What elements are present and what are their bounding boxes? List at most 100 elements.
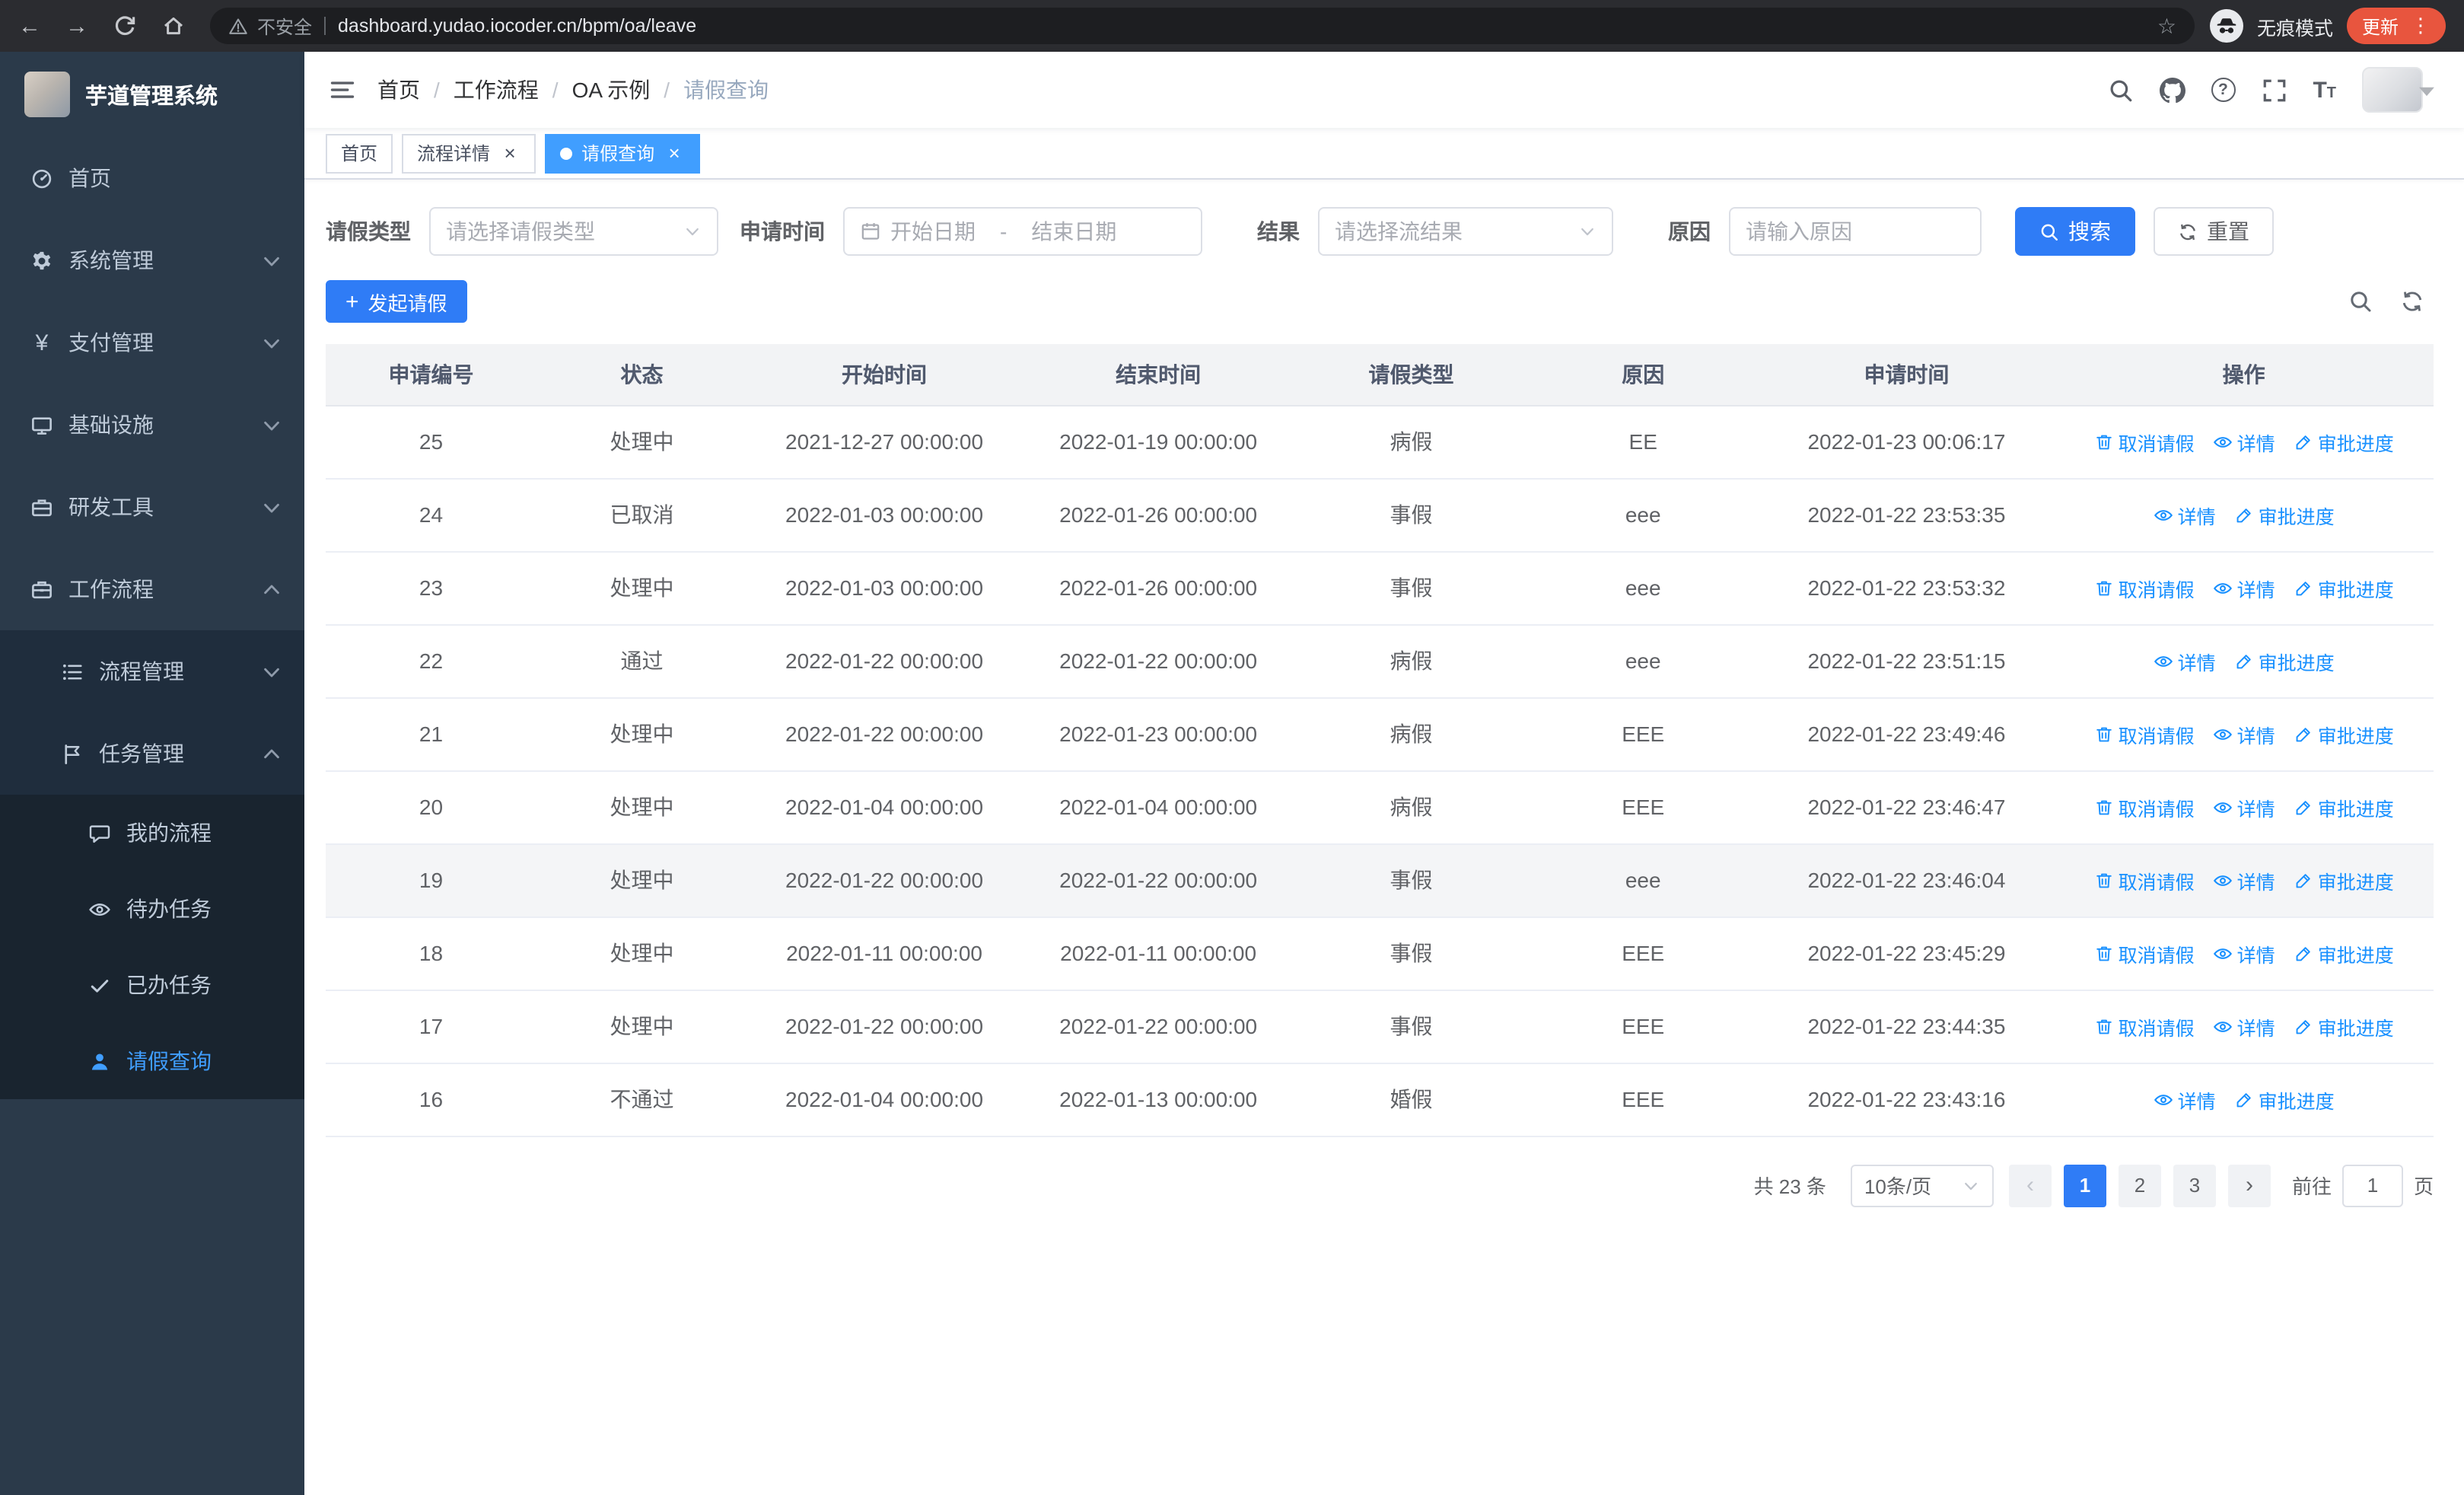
goto-page: 前往 页 <box>2292 1164 2434 1207</box>
sidebar-item-infrastructure[interactable]: 基础设施 <box>0 384 304 466</box>
breadcrumb-item[interactable]: 工作流程 <box>454 75 539 105</box>
user-menu[interactable] <box>2362 67 2440 113</box>
view-tab[interactable]: 首页 <box>326 133 393 173</box>
op-cancel-link[interactable]: 取消请假 <box>2094 939 2195 967</box>
sidebar-item-leave-query[interactable]: 请假查询 <box>0 1023 304 1099</box>
op-detail-link[interactable]: 详情 <box>2213 719 2275 748</box>
sidebar-item-process-mgmt[interactable]: 流程管理 <box>0 630 304 712</box>
refresh-table-button[interactable] <box>2400 289 2424 314</box>
op-detail-link[interactable]: 详情 <box>2213 939 2275 967</box>
browser-menu-icon[interactable]: ⋮ <box>2411 14 2431 38</box>
op-detail-link[interactable]: 详情 <box>2213 792 2275 821</box>
breadcrumb-separator: / <box>552 78 559 102</box>
security-chip[interactable]: 不安全 <box>228 13 312 39</box>
breadcrumb-item[interactable]: 首页 <box>377 75 420 105</box>
help-button[interactable]: ? <box>2211 78 2236 102</box>
view-tab[interactable]: 请假查询 × <box>545 133 701 173</box>
eye-icon <box>2213 797 2233 817</box>
op-detail-link[interactable]: 详情 <box>2213 573 2275 602</box>
sidebar-item-my-process[interactable]: 我的流程 <box>0 795 304 871</box>
eye-icon <box>2154 651 2173 671</box>
next-page-button[interactable]: › <box>2227 1164 2271 1207</box>
edit-icon <box>2294 943 2313 963</box>
sidebar-item-label: 工作流程 <box>68 577 154 601</box>
op-progress-link[interactable]: 审批进度 <box>2234 500 2335 529</box>
goto-page-input[interactable] <box>2341 1164 2403 1207</box>
op-detail-link[interactable]: 详情 <box>2154 646 2216 675</box>
forward-button[interactable]: → <box>65 14 88 37</box>
page-button-2[interactable]: 2 <box>2118 1164 2161 1207</box>
home-button[interactable] <box>161 14 186 38</box>
op-cancel-link[interactable]: 取消请假 <box>2094 865 2195 894</box>
cell-status: 处理中 <box>536 990 747 1063</box>
op-progress-link[interactable]: 审批进度 <box>2294 427 2394 456</box>
op-cancel-link[interactable]: 取消请假 <box>2094 573 2195 602</box>
header-search-button[interactable] <box>2107 77 2133 103</box>
search-button[interactable]: 搜索 <box>2015 207 2135 256</box>
table-row: 17 处理中 2022-01-22 00:00:00 2022-01-22 00:00… <box>326 990 2434 1063</box>
update-button[interactable]: 更新 ⋮ <box>2346 8 2446 44</box>
op-detail-link[interactable]: 详情 <box>2154 500 2216 529</box>
cell-operations: 详情 审批进度 <box>2054 478 2434 552</box>
op-detail-link[interactable]: 详情 <box>2213 865 2275 894</box>
reason-input[interactable] <box>1746 219 1965 244</box>
back-button[interactable]: ← <box>18 14 41 37</box>
cell-reason: EEE <box>1526 990 1759 1063</box>
bookmark-star-icon[interactable]: ☆ <box>2157 13 2176 39</box>
sidebar-item-todo-tasks[interactable]: 待办任务 <box>0 871 304 947</box>
toggle-search-button[interactable] <box>2348 289 2373 314</box>
op-cancel-link[interactable]: 取消请假 <box>2094 719 2195 748</box>
create-leave-button[interactable]: + 发起请假 <box>326 280 467 323</box>
github-button[interactable] <box>2159 77 2185 103</box>
close-tab-icon[interactable]: × <box>499 142 520 164</box>
sidebar-item-label: 基础设施 <box>68 413 154 437</box>
leave-type-select[interactable]: 请选择请假类型 <box>429 207 718 256</box>
sidebar-item-payment[interactable]: ¥ 支付管理 <box>0 301 304 384</box>
cell-start-time: 2022-01-03 00:00:00 <box>747 478 1022 552</box>
incognito-icon <box>2209 9 2243 43</box>
page-button-1[interactable]: 1 <box>2063 1164 2106 1207</box>
address-bar[interactable]: 不安全 dashboard.yudao.iocoder.cn/bpm/oa/le… <box>210 8 2195 44</box>
op-progress-link[interactable]: 审批进度 <box>2294 792 2394 821</box>
view-tab[interactable]: 流程详情 × <box>402 133 536 173</box>
top-header: 首页 / 工作流程 / OA 示例 / 请假查询 ? TT <box>304 52 2464 128</box>
close-tab-icon[interactable]: × <box>664 142 685 164</box>
sidebar-item-system[interactable]: 系统管理 <box>0 219 304 301</box>
op-cancel-link[interactable]: 取消请假 <box>2094 1012 2195 1041</box>
sidebar-item-label: 首页 <box>68 166 111 190</box>
apply-time-range-picker[interactable]: 开始日期 - 结束日期 <box>843 207 1202 256</box>
op-progress-link[interactable]: 审批进度 <box>2294 573 2394 602</box>
reset-button[interactable]: 重置 <box>2154 207 2274 256</box>
collapse-sidebar-button[interactable] <box>329 76 356 104</box>
sidebar-item-devtools[interactable]: 研发工具 <box>0 466 304 548</box>
op-progress-link[interactable]: 审批进度 <box>2234 1085 2335 1114</box>
sidebar-item-home[interactable]: 首页 <box>0 137 304 219</box>
op-progress-link[interactable]: 审批进度 <box>2294 1012 2394 1041</box>
cell-end-time: 2022-01-13 00:00:00 <box>1021 1063 1296 1136</box>
op-progress-link[interactable]: 审批进度 <box>2294 939 2394 967</box>
op-detail-link[interactable]: 详情 <box>2154 1085 2216 1114</box>
op-progress-link[interactable]: 审批进度 <box>2294 719 2394 748</box>
result-select[interactable]: 请选择流结果 <box>1318 207 1613 256</box>
page-button-3[interactable]: 3 <box>2173 1164 2216 1207</box>
eye-icon <box>2213 724 2233 744</box>
fullscreen-button[interactable] <box>2261 77 2287 103</box>
op-cancel-link[interactable]: 取消请假 <box>2094 792 2195 821</box>
refresh-icon <box>2178 222 2198 241</box>
op-detail-link[interactable]: 详情 <box>2213 1012 2275 1041</box>
sidebar-item-done-tasks[interactable]: 已办任务 <box>0 947 304 1023</box>
cell-status: 处理中 <box>536 843 747 917</box>
logo[interactable]: 芋道管理系统 <box>0 52 304 137</box>
prev-page-button[interactable]: ‹ <box>2008 1164 2052 1207</box>
font-size-button[interactable]: TT <box>2313 78 2336 101</box>
sidebar-item-task-mgmt[interactable]: 任务管理 <box>0 712 304 795</box>
breadcrumb-item[interactable]: OA 示例 <box>572 75 651 105</box>
edit-icon <box>2294 432 2313 451</box>
op-cancel-link[interactable]: 取消请假 <box>2094 427 2195 456</box>
page-size-select[interactable]: 10条/页 <box>1850 1164 1994 1207</box>
reload-button[interactable] <box>113 14 137 38</box>
op-detail-link[interactable]: 详情 <box>2213 427 2275 456</box>
sidebar-item-workflow[interactable]: 工作流程 <box>0 548 304 630</box>
op-progress-link[interactable]: 审批进度 <box>2234 646 2335 675</box>
op-progress-link[interactable]: 审批进度 <box>2294 865 2394 894</box>
